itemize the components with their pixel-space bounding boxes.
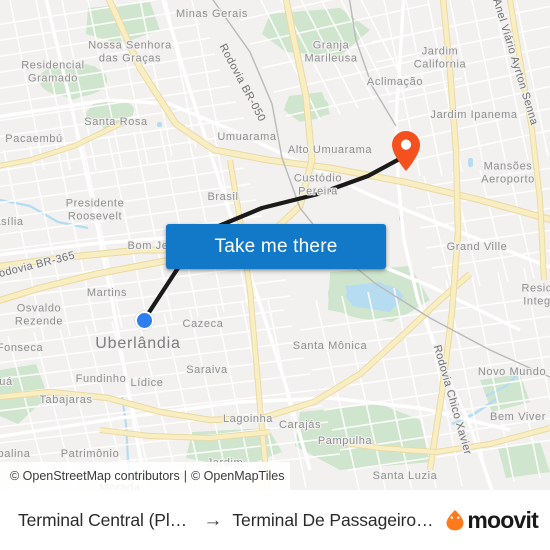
- attribution-separator: |: [183, 469, 187, 483]
- moovit-logo[interactable]: moovit: [445, 506, 539, 534]
- map-attribution: © OpenStreetMap contributors | © OpenMap…: [0, 462, 290, 490]
- trip-footer-bar: Terminal Central (Plat… → Terminal De Pa…: [0, 490, 550, 550]
- attribution-openmaptiles[interactable]: © OpenMapTiles: [191, 469, 285, 483]
- trip-destination-label: Terminal De Passageiros …: [232, 509, 438, 530]
- trip-origin-label: Terminal Central (Plat…: [18, 509, 194, 530]
- arrow-right-icon: →: [203, 509, 223, 531]
- trip-summary: Terminal Central (Plat… → Terminal De Pa…: [18, 510, 437, 531]
- moovit-wordmark: moovit: [467, 506, 538, 533]
- map-canvas[interactable]: Minas Gerais Nossa Senhora das Graças Gran…: [0, 0, 550, 490]
- attribution-osm[interactable]: © OpenStreetMap contributors: [10, 469, 180, 483]
- take-me-there-button[interactable]: Take me there: [166, 224, 386, 269]
- origin-marker[interactable]: [135, 311, 154, 330]
- moovit-drop-icon: [446, 510, 464, 531]
- map-pin-icon: [392, 131, 420, 171]
- moovit-trip-map-page: Minas Gerais Nossa Senhora das Graças Gran…: [0, 0, 550, 550]
- destination-marker[interactable]: [391, 130, 421, 172]
